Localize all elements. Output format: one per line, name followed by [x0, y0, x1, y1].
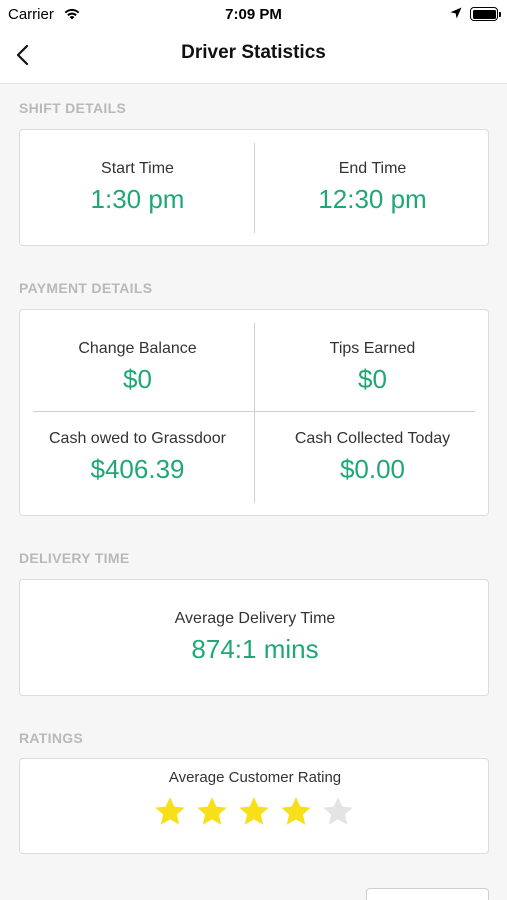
change-balance-cell: Change Balance $0: [20, 340, 255, 395]
clock: 7:09 PM: [225, 6, 282, 23]
bottom-button[interactable]: [366, 888, 489, 900]
delivery-time-card: Average Delivery Time 874:1 mins: [19, 579, 489, 696]
start-time-value: 1:30 pm: [90, 184, 185, 214]
page-title: Driver Statistics: [181, 42, 326, 63]
navigation-bar: Driver Statistics: [0, 30, 507, 84]
location-arrow-icon: [449, 6, 463, 25]
status-bar: Carrier 7:09 PM: [0, 0, 507, 30]
star-filled-icon: [155, 797, 185, 825]
start-time-cell: Start Time 1:30 pm: [20, 160, 255, 215]
end-time-cell: End Time 12:30 pm: [255, 160, 490, 215]
tips-earned-value: $0: [358, 364, 387, 394]
star-empty-icon: [323, 797, 353, 825]
star-filled-icon: [197, 797, 227, 825]
divider: [33, 411, 475, 412]
cash-owed-cell: Cash owed to Grassdoor $406.39: [20, 430, 255, 485]
cash-collected-label: Cash Collected Today: [294, 430, 451, 447]
cash-owed-label: Cash owed to Grassdoor: [49, 430, 226, 447]
change-balance-label: Change Balance: [78, 340, 197, 357]
avg-rating-label: Average Customer Rating: [168, 769, 342, 786]
star-filled-icon: [281, 797, 311, 825]
ratings-heading: RATINGS: [19, 730, 84, 746]
cash-collected-value: $0.00: [339, 454, 406, 484]
tips-earned-cell: Tips Earned $0: [255, 340, 490, 395]
tips-earned-label: Tips Earned: [329, 340, 416, 357]
change-balance-value: $0: [123, 364, 152, 394]
battery-icon: [470, 7, 501, 21]
avg-delivery-cell: Average Delivery Time 874:1 mins: [20, 610, 490, 665]
avg-delivery-value: 874:1 mins: [191, 634, 319, 664]
cash-owed-value: $406.39: [90, 454, 185, 484]
shift-details-card: Start Time 1:30 pm End Time 12:30 pm: [19, 129, 489, 246]
shift-details-heading: SHIFT DETAILS: [19, 100, 127, 116]
start-time-label: Start Time: [101, 160, 174, 177]
star-filled-icon: [239, 797, 269, 825]
avg-rating-cell: Average Customer Rating: [20, 769, 490, 786]
ratings-card: Average Customer Rating: [19, 758, 489, 854]
payment-details-heading: PAYMENT DETAILS: [19, 280, 153, 296]
delivery-time-heading: DELIVERY TIME: [19, 550, 130, 566]
star-rating: [20, 795, 488, 829]
end-time-label: End Time: [338, 160, 407, 177]
avg-delivery-label: Average Delivery Time: [174, 610, 336, 627]
cash-collected-cell: Cash Collected Today $0.00: [255, 430, 490, 485]
end-time-value: 12:30 pm: [318, 184, 427, 214]
payment-details-card: Change Balance $0 Tips Earned $0 Cash ow…: [19, 309, 489, 516]
